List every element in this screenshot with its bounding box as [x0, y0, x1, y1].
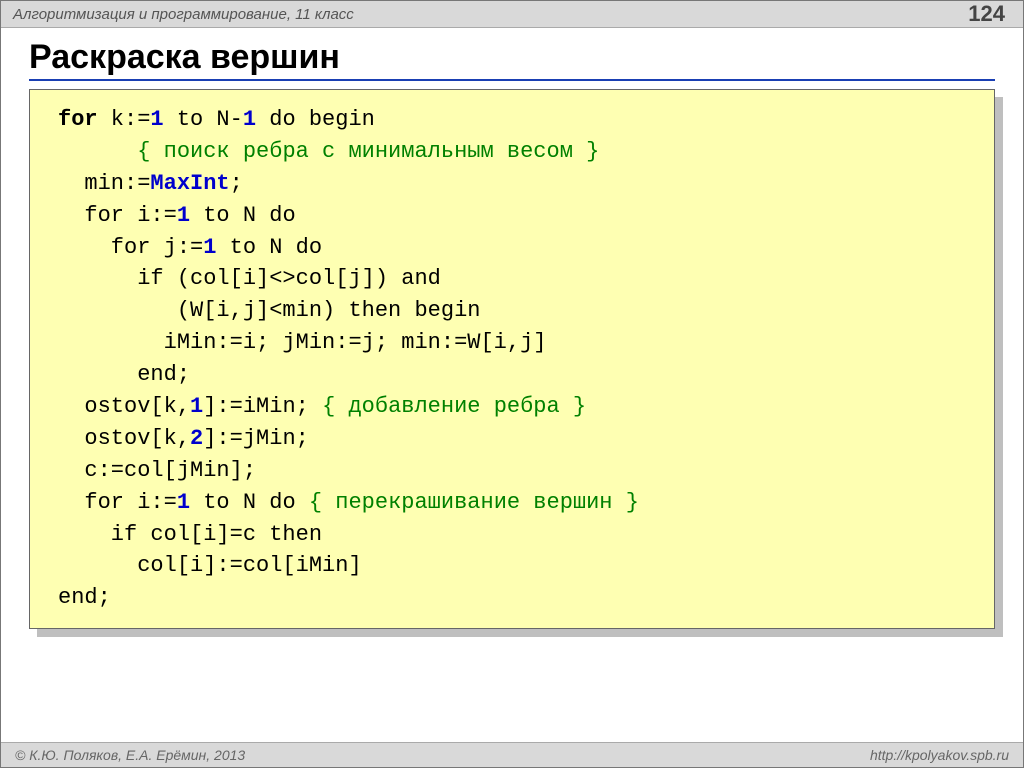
code-line-3: min:=MaxInt; [58, 171, 243, 196]
header-bar: Алгоритмизация и программирование, 11 кл… [1, 1, 1023, 28]
code-box: for k:=1 to N-1 do begin { поиск ребра с… [29, 89, 995, 629]
code-line-5: for j:=1 to N do [58, 235, 322, 260]
footer-copyright: © К.Ю. Поляков, Е.А. Ерёмин, 2013 [15, 747, 245, 763]
code-line-11: ostov[k,2]:=jMin; [58, 426, 309, 451]
code-line-7: (W[i,j]<min) then begin [58, 298, 480, 323]
code-line-10: ostov[k,1]:=iMin; { добавление ребра } [58, 394, 586, 419]
code-line-1: for k:=1 to N-1 do begin [58, 107, 375, 132]
code-line-12: c:=col[jMin]; [58, 458, 256, 483]
footer-bar: © К.Ю. Поляков, Е.А. Ерёмин, 2013 http:/… [1, 742, 1023, 767]
code-line-14: if col[i]=c then [58, 522, 322, 547]
code-line-16: end; [58, 585, 111, 610]
page-number: 124 [968, 1, 1005, 27]
code-line-4: for i:=1 to N do [58, 203, 296, 228]
header-subject: Алгоритмизация и программирование, 11 кл… [13, 6, 354, 23]
code-line-9: end; [58, 362, 190, 387]
slide-title: Раскраска вершин [29, 38, 995, 81]
code-line-15: col[i]:=col[iMin] [58, 553, 362, 578]
code-line-13: for i:=1 to N do { перекрашивание вершин… [58, 490, 639, 515]
slide: Алгоритмизация и программирование, 11 кл… [0, 0, 1024, 768]
code-line-6: if (col[i]<>col[j]) and [58, 266, 441, 291]
code-wrap: for k:=1 to N-1 do begin { поиск ребра с… [29, 89, 995, 629]
footer-url: http://kpolyakov.spb.ru [870, 747, 1009, 763]
code-line-2: { поиск ребра с минимальным весом } [137, 139, 599, 164]
code-line-8: iMin:=i; jMin:=j; min:=W[i,j] [58, 330, 546, 355]
